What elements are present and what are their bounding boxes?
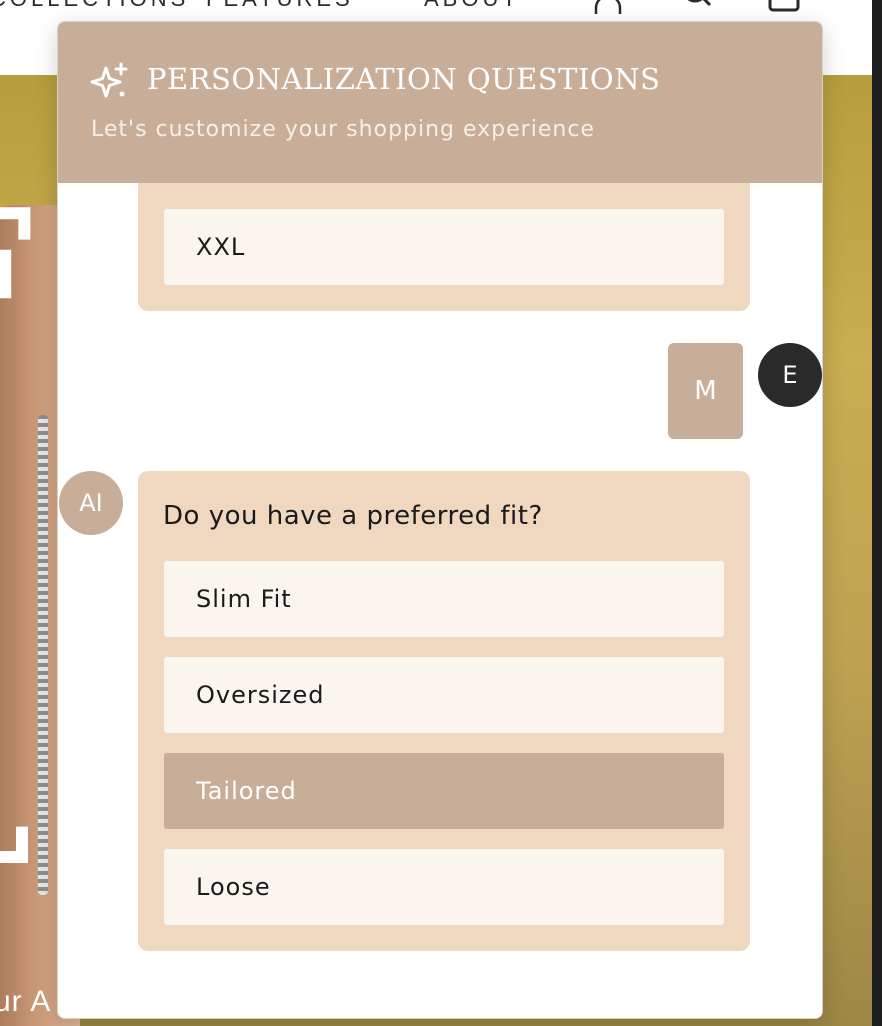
panel-title: PERSONALIZATION QUESTIONS: [147, 62, 661, 96]
user-avatar: E: [758, 343, 822, 407]
ai-question-bubble: Do you have a preferred fit? Slim Fit Ov…: [138, 471, 750, 951]
option-loose[interactable]: Loose: [164, 849, 724, 925]
option-slim-fit[interactable]: Slim Fit: [164, 561, 724, 637]
chat-thread[interactable]: XXL M E AI Do you have a preferred fit? …: [58, 183, 822, 1018]
user-icon[interactable]: [592, 0, 624, 14]
user-message-bubble: M: [668, 343, 743, 439]
search-icon[interactable]: [680, 0, 712, 14]
hero-headline-fragment: F: [0, 185, 39, 385]
hero-caption: ur A: [0, 985, 52, 1018]
page-edge: [872, 0, 882, 1026]
option-tailored[interactable]: Tailored: [164, 753, 724, 829]
nav-features-link[interactable]: FEATURES: [206, 0, 354, 12]
nav-about-link[interactable]: ABOUT: [424, 0, 520, 12]
ai-message-bubble: XXL: [138, 183, 750, 311]
sparkles-icon: [90, 62, 130, 102]
hero-headline-fragment: L: [0, 695, 33, 895]
panel-subtitle: Let's customize your shopping experience: [91, 117, 595, 142]
ai-avatar: AI: [59, 471, 123, 535]
answer-option-xxl[interactable]: XXL: [164, 209, 724, 285]
panel-header: PERSONALIZATION QUESTIONS Let's customiz…: [58, 22, 822, 183]
nav-collections-link[interactable]: COLLECTIONS: [0, 0, 189, 12]
hero-necklace-image: [38, 415, 48, 895]
option-oversized[interactable]: Oversized: [164, 657, 724, 733]
shopping-bag-icon[interactable]: [768, 0, 800, 14]
question-text: Do you have a preferred fit?: [163, 501, 543, 531]
personalization-panel: PERSONALIZATION QUESTIONS Let's customiz…: [57, 21, 823, 1019]
